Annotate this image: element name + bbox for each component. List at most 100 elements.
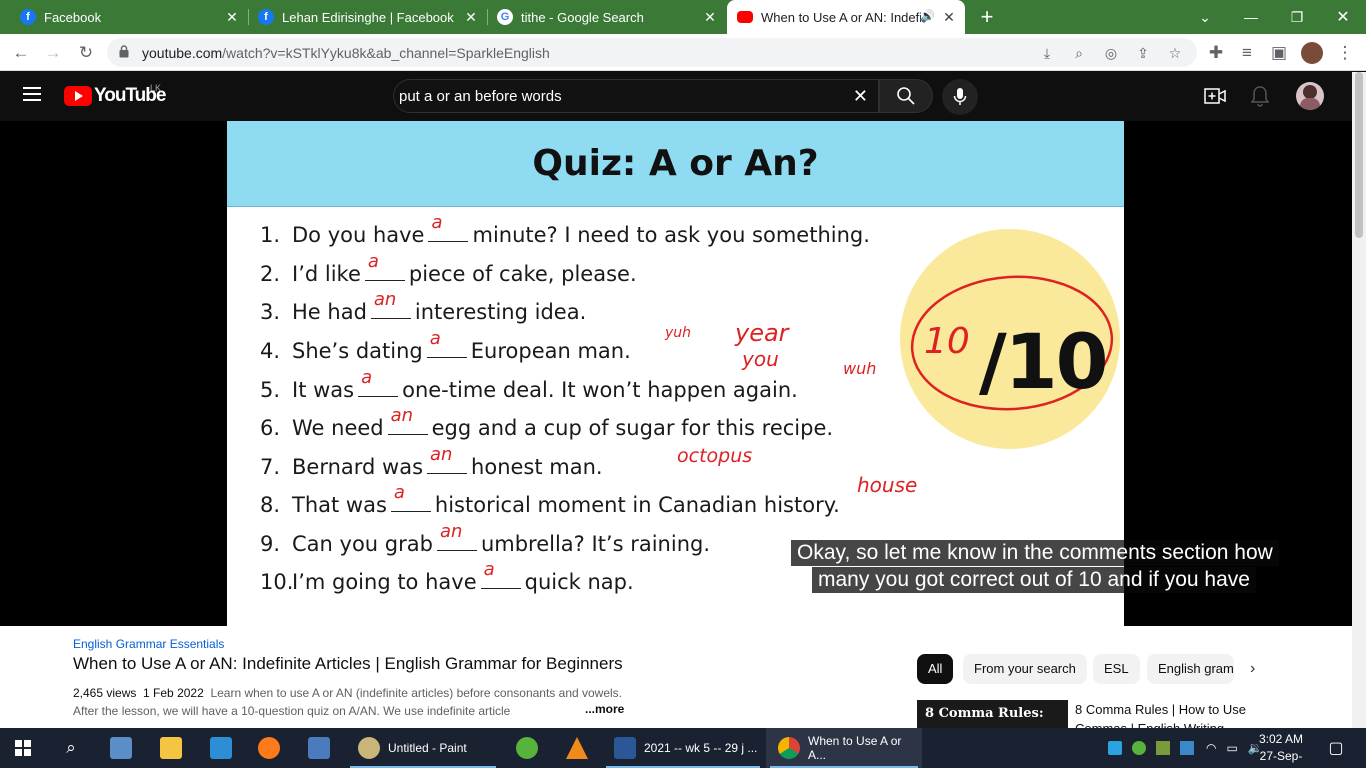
tab-google-search[interactable]: G tithe - Google Search ✕ — [477, 0, 726, 34]
taskbar-app-vlc[interactable] — [554, 728, 602, 768]
close-icon[interactable]: ✕ — [702, 9, 718, 25]
paint-icon — [358, 737, 380, 759]
wifi-icon[interactable]: ◠ — [1206, 741, 1216, 755]
video-player[interactable]: Quiz: A or An? 1. Do you have a minute? I n… — [0, 121, 1352, 626]
caption-line: many you got correct out of 10 and if yo… — [812, 567, 1256, 593]
hashtag-link[interactable]: English Grammar Essentials — [73, 637, 224, 651]
slide-title: Quiz: A or An? — [532, 143, 819, 184]
scribble-note: yuh — [665, 325, 692, 341]
video-description[interactable]: 2,465 views 1 Feb 2022 Learn when to use… — [73, 684, 633, 720]
tray-app-icon[interactable] — [1180, 741, 1194, 755]
search-icon — [897, 87, 915, 105]
taskbar-app-pc[interactable] — [98, 728, 146, 768]
extensions-icon[interactable]: ✚ — [1203, 40, 1229, 66]
question-text-after: quick nap. — [524, 570, 634, 594]
score-total: /10 — [979, 317, 1109, 406]
scribble-note: year — [735, 319, 789, 347]
question-text-before: Bernard was — [292, 455, 424, 479]
quiz-question: 2. I’d like a piece of cake, please. — [260, 251, 637, 286]
account-avatar[interactable] — [1296, 82, 1324, 110]
taskbar-app-chrome[interactable]: When to Use A or A... — [766, 728, 922, 768]
quiz-question: 5. It was a one-time deal. It won’t happen … — [260, 367, 798, 402]
tab-label: When to Use A or AN: Indefi — [761, 9, 921, 25]
question-number: 7. — [260, 455, 281, 479]
profile-avatar[interactable] — [1301, 42, 1323, 64]
page-scrollbar[interactable] — [1352, 72, 1366, 728]
install-icon[interactable]: ⤓ — [1037, 43, 1057, 63]
browser-toolbar: ← → ↻ youtube.com/watch?v=kSTklYyku8k&ab… — [0, 34, 1366, 71]
taskbar-app-word[interactable]: 2021 -- wk 5 -- 29 j ... — [602, 728, 764, 768]
share-icon[interactable]: ⇪ — [1133, 43, 1153, 63]
tab-youtube-active[interactable]: When to Use A or AN: Indefi 🔊 ✕ — [727, 0, 965, 34]
window-close-button[interactable]: ✕ — [1320, 0, 1366, 34]
notifications-bell-icon[interactable] — [1250, 85, 1270, 107]
search-input[interactable] — [399, 80, 839, 112]
notifications-icon[interactable]: ▢ — [1318, 728, 1354, 768]
question-number: 5. — [260, 378, 281, 402]
utorrent-tray-icon[interactable] — [1132, 741, 1146, 755]
taskbar-app-firefox[interactable] — [246, 728, 294, 768]
chip-from-your-search[interactable]: From your search — [963, 654, 1087, 684]
reload-button[interactable]: ↻ — [73, 40, 99, 66]
question-text-before: She’s dating — [292, 339, 423, 363]
address-bar[interactable]: youtube.com/watch?v=kSTklYyku8k&ab_chann… — [107, 38, 1197, 67]
back-button[interactable]: ← — [8, 40, 34, 66]
side-panel-icon[interactable]: ▣ — [1266, 40, 1292, 66]
restore-button[interactable]: ❐ — [1274, 0, 1320, 34]
quiz-question: 3. He had an interesting idea. — [260, 289, 586, 324]
tray-app-icon[interactable] — [1108, 741, 1122, 755]
show-more-link[interactable]: ...more — [583, 702, 625, 716]
speaker-icon[interactable]: 🔊 — [920, 9, 935, 23]
question-text-after: piece of cake, please. — [408, 262, 637, 286]
system-clock[interactable]: 3:02 AM 27-Sep-22 — [1256, 731, 1306, 768]
create-video-icon[interactable] — [1204, 86, 1226, 106]
tab-search-icon[interactable]: ⌄ — [1182, 0, 1228, 34]
quiz-question: 4. She’s dating a European man. — [260, 328, 631, 363]
start-button[interactable] — [0, 728, 46, 768]
new-tab-button[interactable]: + — [964, 0, 1010, 34]
voice-search-button[interactable] — [942, 79, 978, 115]
question-number: 10. — [260, 570, 294, 594]
question-text-before: It was — [292, 378, 355, 402]
taskbar-app-calculator[interactable] — [296, 728, 344, 768]
system-tray: ◠ ▭ 🔉 — [1108, 728, 1263, 768]
tray-app-icon[interactable] — [1156, 741, 1170, 755]
tab-label: Facebook — [44, 9, 102, 25]
chevron-right-icon[interactable]: › — [1250, 654, 1266, 684]
taskbar-label: 2021 -- wk 5 -- 29 j ... — [644, 741, 758, 755]
chip-all[interactable]: All — [917, 654, 954, 684]
taskbar-app-utorrent[interactable] — [504, 728, 552, 768]
chip-english-grammar[interactable]: English gram — [1147, 654, 1234, 684]
lock-icon[interactable] — [119, 45, 129, 58]
close-icon[interactable]: ✕ — [941, 9, 957, 25]
hamburger-menu-icon[interactable] — [23, 87, 41, 101]
minimize-button[interactable]: — — [1228, 0, 1274, 34]
tab-facebook[interactable]: f Facebook ✕ — [0, 0, 248, 34]
eye-off-icon[interactable]: ◎ — [1101, 43, 1121, 63]
forward-button[interactable]: → — [40, 40, 66, 66]
taskbar-app-paint[interactable]: Untitled - Paint — [346, 728, 500, 768]
tab-lehan-facebook[interactable]: f Lehan Edirisinghe | Facebook ✕ — [238, 0, 487, 34]
question-number: 2. — [260, 262, 281, 286]
reading-list-icon[interactable]: ≡ — [1234, 40, 1260, 66]
bookmark-star-icon[interactable]: ☆ — [1165, 43, 1185, 63]
handwritten-answer: an — [439, 521, 463, 542]
taskbar-app-explorer[interactable] — [148, 728, 196, 768]
chrome-menu-icon[interactable]: ⋮ — [1332, 40, 1358, 66]
taskbar-app-vscode[interactable] — [198, 728, 246, 768]
question-text-after: historical moment in Canadian history. — [434, 493, 840, 517]
answer-blank: a — [364, 251, 405, 281]
battery-icon[interactable]: ▭ — [1226, 741, 1237, 755]
chip-esl[interactable]: ESL — [1093, 654, 1140, 684]
recommended-video-thumbnail[interactable]: 8 Comma Rules: — [917, 700, 1068, 728]
scribble-note: octopus — [677, 445, 753, 467]
search-icon[interactable]: ⌕ — [48, 728, 94, 768]
search-button[interactable] — [879, 79, 933, 113]
zoom-icon[interactable]: ⌕ — [1069, 43, 1089, 63]
question-number: 6. — [260, 416, 281, 440]
clear-search-icon[interactable]: ✕ — [853, 86, 868, 107]
question-number: 8. — [260, 493, 281, 517]
scrollbar-thumb[interactable] — [1355, 72, 1363, 238]
recommended-video-title[interactable]: 8 Comma Rules | How to Use Commas | Engl… — [1075, 700, 1275, 728]
question-text-after: umbrella? It’s raining. — [480, 532, 711, 556]
